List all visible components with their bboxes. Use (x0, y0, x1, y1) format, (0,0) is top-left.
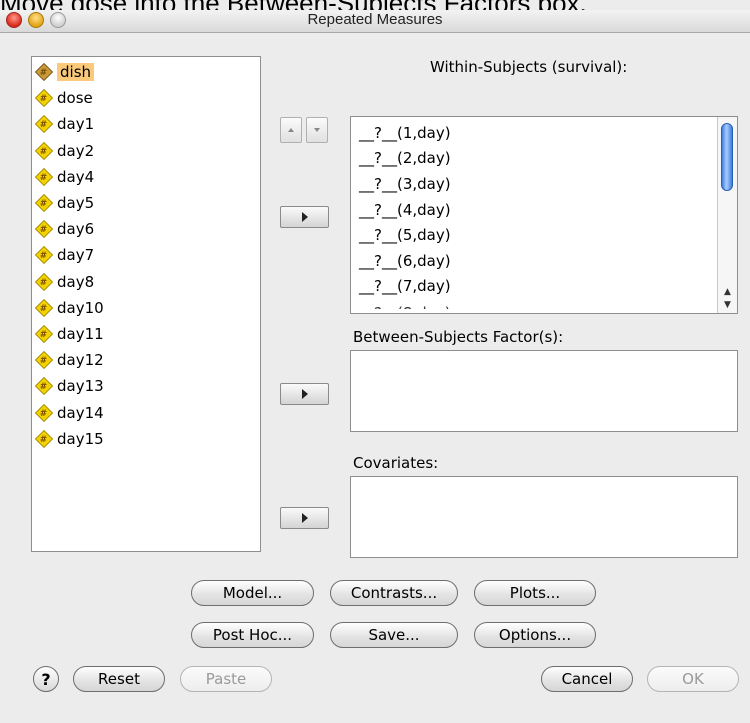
list-item[interactable]: __?__(2,day) (351, 146, 737, 172)
right-arrow-icon (301, 389, 308, 399)
variable-label: day4 (57, 167, 95, 186)
help-button[interactable]: ? (33, 666, 59, 692)
scale-variable-icon: # (34, 429, 54, 448)
variable-label: day6 (57, 220, 95, 239)
variable-item[interactable]: # day14 (32, 399, 260, 425)
variable-item[interactable]: # dish (32, 59, 260, 85)
scale-variable-icon: # (34, 403, 54, 422)
variable-item[interactable]: # day11 (32, 321, 260, 347)
right-arrow-icon (301, 513, 308, 523)
down-arrow-icon (314, 128, 320, 132)
reset-button[interactable]: Reset (73, 666, 165, 692)
scale-variable-icon: # (34, 220, 54, 239)
model-button[interactable]: Model... (191, 580, 314, 606)
variable-label: day5 (57, 194, 95, 213)
variable-item[interactable]: # day15 (32, 426, 260, 452)
options-button[interactable]: Options... (474, 622, 596, 648)
scale-variable-icon: # (34, 89, 54, 108)
scroll-up-icon[interactable]: ▲ (718, 286, 737, 299)
scale-variable-icon: # (34, 141, 54, 160)
move-to-within-button[interactable] (280, 206, 329, 228)
variable-item[interactable]: # day13 (32, 373, 260, 399)
variable-label: dose (57, 89, 93, 108)
cancel-button[interactable]: Cancel (541, 666, 633, 692)
scrollbar-thumb[interactable] (721, 123, 733, 191)
variable-item[interactable]: # day2 (32, 138, 260, 164)
scale-variable-icon: # (34, 377, 54, 396)
variable-label: day7 (57, 246, 95, 265)
within-subjects-list[interactable]: __?__(1,day) __?__(2,day) __?__(3,day) __?_… (350, 116, 738, 314)
scale-variable-icon: # (34, 246, 54, 265)
paste-button[interactable]: Paste (180, 666, 272, 692)
scale-variable-icon: # (34, 167, 54, 186)
variable-item[interactable]: # day7 (32, 242, 260, 268)
right-arrow-icon (301, 212, 308, 222)
scale-variable-icon: # (34, 351, 54, 370)
between-subjects-list[interactable] (350, 350, 738, 432)
list-item[interactable]: __?__(7,day) (351, 274, 737, 300)
variable-label: day14 (57, 403, 104, 422)
list-item[interactable]: __?__(3,day) (351, 171, 737, 197)
variable-label: day1 (57, 115, 95, 134)
move-down-button (306, 117, 328, 143)
scale-variable-icon: # (34, 63, 54, 82)
save-button[interactable]: Save... (330, 622, 458, 648)
scale-variable-icon: # (34, 272, 54, 291)
scale-variable-icon: # (34, 298, 54, 317)
variable-label: day12 (57, 351, 104, 370)
variable-label: day8 (57, 272, 95, 291)
variable-label: day15 (57, 429, 104, 448)
variable-label: day2 (57, 141, 95, 160)
list-item[interactable]: __?__(8,day) (351, 299, 737, 309)
contrasts-button[interactable]: Contrasts... (330, 580, 458, 606)
variable-item[interactable]: # day10 (32, 295, 260, 321)
scale-variable-icon: # (34, 193, 54, 213)
variable-item[interactable]: # day5 (32, 190, 260, 216)
move-up-button (280, 117, 302, 143)
variable-item[interactable]: # day8 (32, 269, 260, 295)
window-title: Repeated Measures (307, 11, 443, 28)
list-item[interactable]: __?__(1,day) (351, 120, 737, 146)
variable-list[interactable]: # dish # dose # day1 # day2 # day4 # day5 # day6 # day7… (31, 56, 261, 552)
list-item[interactable]: __?__(4,day) (351, 197, 737, 223)
variable-item[interactable]: # day6 (32, 216, 260, 242)
covariates-label: Covariates: (353, 454, 439, 472)
window-titlebar: Repeated Measures (0, 10, 750, 33)
variable-item[interactable]: # dose (32, 85, 260, 111)
ok-button[interactable]: OK (647, 666, 739, 692)
plots-button[interactable]: Plots... (474, 580, 596, 606)
variable-item[interactable]: # day4 (32, 164, 260, 190)
variable-label: day13 (57, 377, 104, 396)
variable-label: dish (57, 63, 95, 82)
scroll-down-icon[interactable]: ▼ (718, 299, 737, 312)
up-arrow-icon (288, 128, 294, 132)
between-subjects-label: Between-Subjects Factor(s): (353, 328, 564, 346)
scale-variable-icon: # (34, 324, 54, 344)
variable-label: day11 (57, 324, 104, 343)
list-item[interactable]: __?__(5,day) (351, 222, 737, 248)
covariates-list[interactable] (350, 476, 738, 558)
list-item[interactable]: __?__(6,day) (351, 248, 737, 274)
scale-variable-icon: # (34, 115, 54, 134)
variable-label: day10 (57, 298, 104, 317)
within-subjects-label: Within-Subjects (survival): (430, 58, 628, 76)
post-hoc-button[interactable]: Post Hoc... (191, 622, 314, 648)
move-to-covariates-button[interactable] (280, 507, 329, 529)
move-to-between-button[interactable] (280, 383, 329, 405)
variable-item[interactable]: # day1 (32, 111, 260, 137)
variable-item[interactable]: # day12 (32, 347, 260, 373)
within-scrollbar[interactable]: ▲ ▼ (717, 117, 737, 313)
